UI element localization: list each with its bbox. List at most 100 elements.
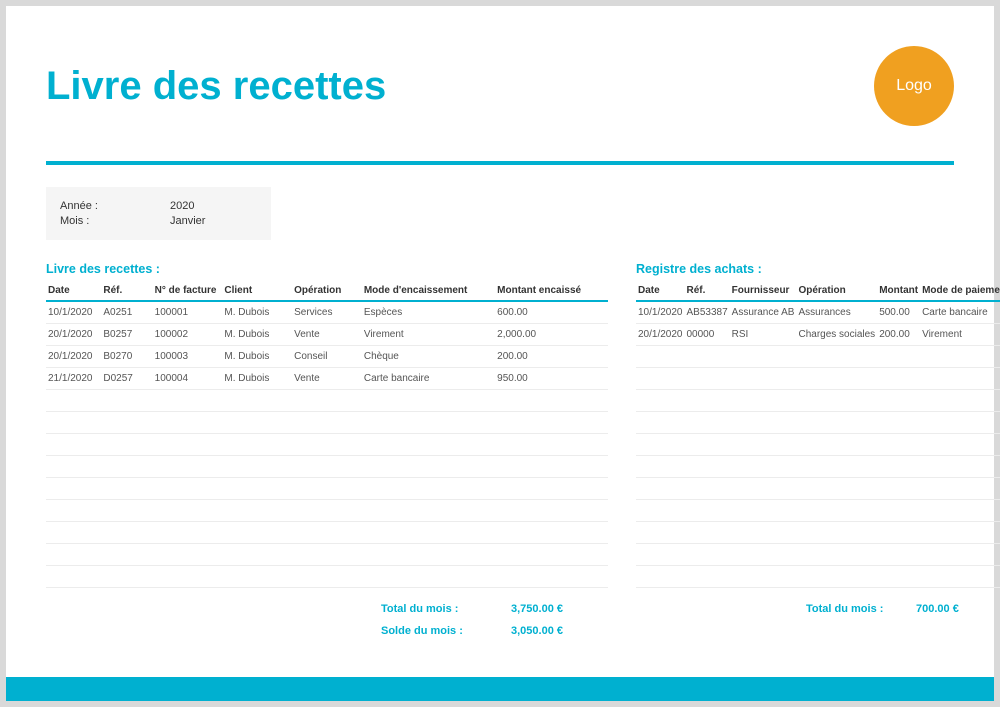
table-cell bbox=[495, 543, 608, 565]
table-row-empty bbox=[636, 521, 1000, 543]
table-cell bbox=[730, 565, 797, 587]
table-cell: 200.00 bbox=[495, 345, 608, 367]
table-cell bbox=[636, 455, 685, 477]
table-cell: Carte bancaire bbox=[920, 301, 1000, 324]
table-cell bbox=[292, 521, 362, 543]
total-row: Total du mois : 700.00 € bbox=[636, 598, 1000, 620]
table-cell bbox=[292, 499, 362, 521]
info-row-year: Année : 2020 bbox=[60, 200, 257, 212]
table-cell bbox=[920, 455, 1000, 477]
table-cell bbox=[362, 565, 495, 587]
table-cell bbox=[292, 389, 362, 411]
table-row: 10/1/2020AB53387Assurance ABAssurances50… bbox=[636, 301, 1000, 324]
table-cell bbox=[495, 565, 608, 587]
logo-circle: Logo bbox=[874, 46, 954, 126]
table-cell bbox=[685, 499, 730, 521]
table-cell bbox=[636, 565, 685, 587]
table-cell: A0251 bbox=[101, 301, 152, 324]
table-cell bbox=[685, 367, 730, 389]
table-cell bbox=[877, 477, 920, 499]
table-cell bbox=[292, 543, 362, 565]
table-cell bbox=[362, 389, 495, 411]
table-cell bbox=[292, 433, 362, 455]
table-cell: 100002 bbox=[153, 323, 223, 345]
achats-table: DateRéf.FournisseurOpérationMontantMode … bbox=[636, 281, 1000, 588]
document-page: Livre des recettes Logo Année : 2020 Moi… bbox=[6, 6, 994, 701]
table-cell bbox=[222, 411, 292, 433]
table-cell bbox=[636, 389, 685, 411]
table-cell bbox=[796, 543, 877, 565]
table-cell bbox=[222, 477, 292, 499]
table-cell bbox=[46, 433, 101, 455]
table-cell bbox=[101, 477, 152, 499]
table-cell bbox=[877, 389, 920, 411]
table-row-empty bbox=[636, 455, 1000, 477]
table-cell bbox=[153, 411, 223, 433]
total-row: Total du mois : 3,750.00 € bbox=[46, 598, 608, 620]
table-cell bbox=[920, 543, 1000, 565]
table-cell bbox=[153, 477, 223, 499]
table-cell: 100004 bbox=[153, 367, 223, 389]
table-cell bbox=[636, 411, 685, 433]
table-cell bbox=[920, 389, 1000, 411]
table-cell: Virement bbox=[362, 323, 495, 345]
info-label: Mois : bbox=[60, 215, 170, 227]
table-cell: Vente bbox=[292, 367, 362, 389]
table-cell bbox=[292, 455, 362, 477]
table-cell bbox=[685, 455, 730, 477]
table-cell bbox=[101, 433, 152, 455]
table-cell bbox=[46, 389, 101, 411]
table-row-empty bbox=[636, 543, 1000, 565]
table-cell bbox=[636, 521, 685, 543]
recettes-totals: Total du mois : 3,750.00 € Solde du mois… bbox=[46, 598, 608, 642]
column-header: Opération bbox=[796, 281, 877, 301]
table-cell: M. Dubois bbox=[222, 367, 292, 389]
table-cell bbox=[292, 477, 362, 499]
table-cell bbox=[153, 543, 223, 565]
table-cell bbox=[101, 455, 152, 477]
table-cell bbox=[636, 433, 685, 455]
balance-value: 3,050.00 € bbox=[511, 625, 563, 637]
table-cell bbox=[101, 543, 152, 565]
table-row-empty bbox=[46, 455, 608, 477]
table-cell: M. Dubois bbox=[222, 345, 292, 367]
table-cell bbox=[730, 455, 797, 477]
table-cell bbox=[362, 411, 495, 433]
column-header: Client bbox=[222, 281, 292, 301]
table-cell bbox=[920, 565, 1000, 587]
table-cell bbox=[796, 389, 877, 411]
table-cell bbox=[877, 411, 920, 433]
table-cell bbox=[222, 521, 292, 543]
table-cell bbox=[153, 389, 223, 411]
table-cell bbox=[495, 477, 608, 499]
table-cell bbox=[222, 499, 292, 521]
table-cell bbox=[46, 455, 101, 477]
table-row-empty bbox=[636, 477, 1000, 499]
table-row-empty bbox=[46, 543, 608, 565]
page-title: Livre des recettes bbox=[46, 64, 386, 109]
table-cell bbox=[495, 499, 608, 521]
table-cell bbox=[495, 433, 608, 455]
table-cell bbox=[153, 455, 223, 477]
table-row-empty bbox=[636, 345, 1000, 367]
table-row-empty bbox=[46, 521, 608, 543]
table-cell bbox=[362, 433, 495, 455]
table-row-empty bbox=[636, 389, 1000, 411]
table-cell bbox=[46, 565, 101, 587]
recettes-title: Livre des recettes : bbox=[46, 262, 608, 276]
table-cell: Vente bbox=[292, 323, 362, 345]
table-cell: Services bbox=[292, 301, 362, 324]
table-cell: 200.00 bbox=[877, 323, 920, 345]
table-cell bbox=[46, 477, 101, 499]
table-cell bbox=[46, 521, 101, 543]
table-cell bbox=[636, 367, 685, 389]
table-cell bbox=[362, 499, 495, 521]
balance-label: Solde du mois : bbox=[381, 625, 511, 637]
table-row: 10/1/2020A0251100001M. DuboisServicesEsp… bbox=[46, 301, 608, 324]
table-cell: 100001 bbox=[153, 301, 223, 324]
table-row-empty bbox=[46, 411, 608, 433]
table-row: 21/1/2020D0257100004M. DuboisVenteCarte … bbox=[46, 367, 608, 389]
table-cell: M. Dubois bbox=[222, 301, 292, 324]
table-cell: Assurance AB bbox=[730, 301, 797, 324]
table-row-empty bbox=[636, 411, 1000, 433]
